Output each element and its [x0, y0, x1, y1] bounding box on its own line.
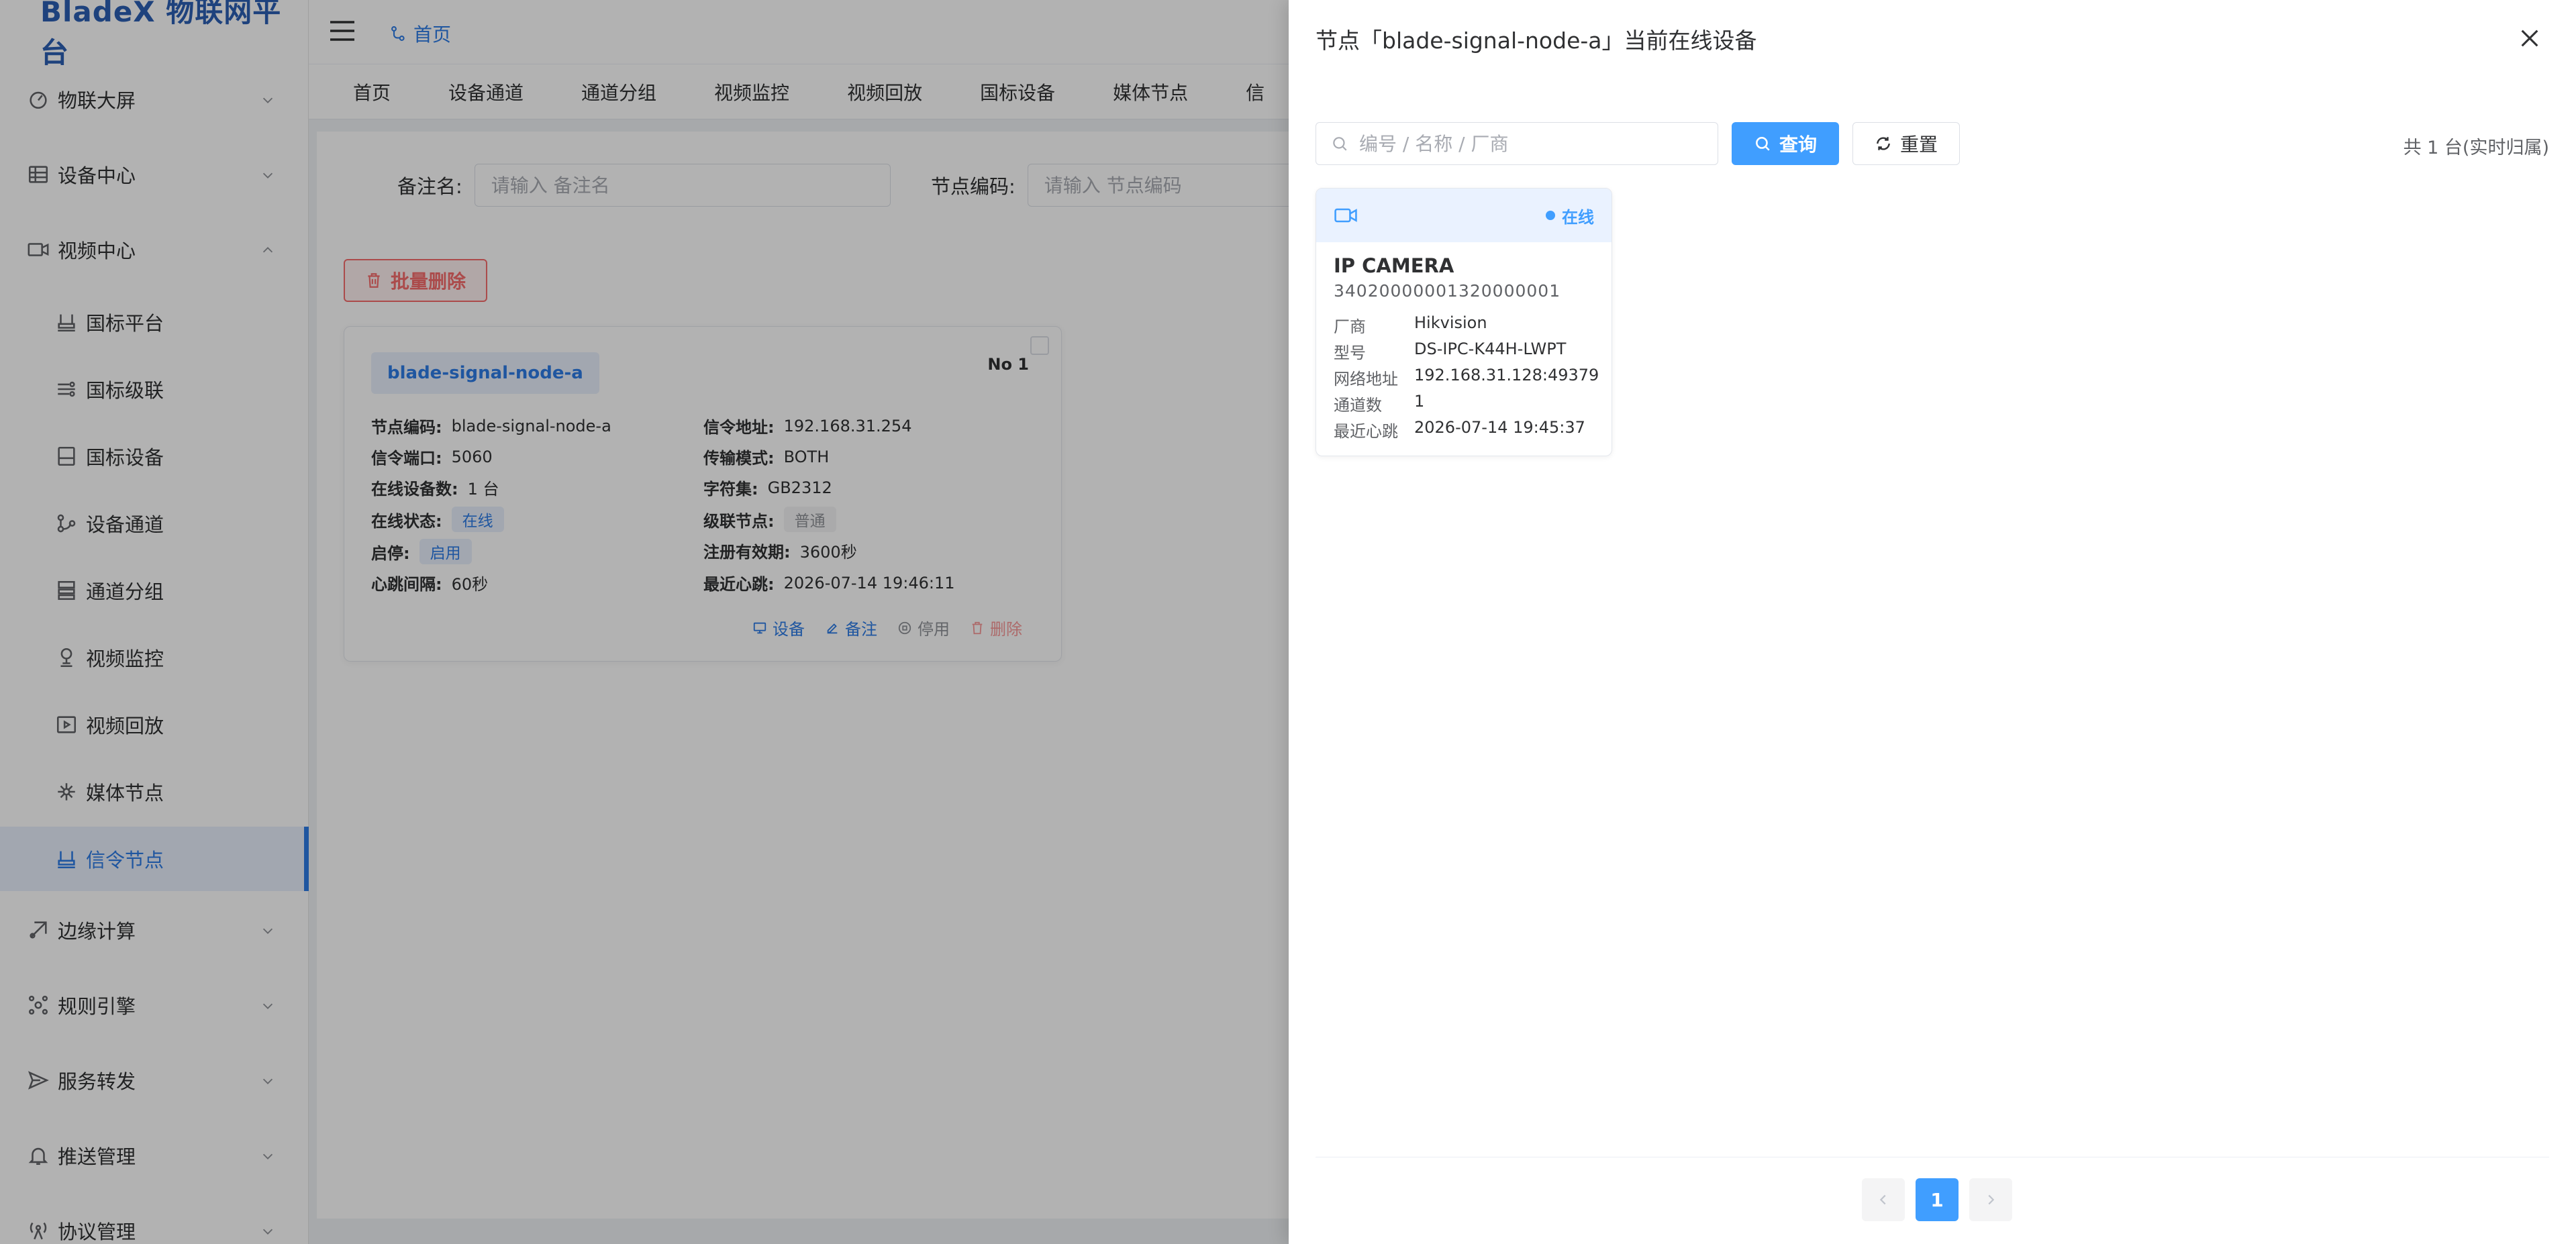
search-icon [1333, 137, 1347, 151]
next-page-button[interactable] [1969, 1178, 2012, 1221]
device-id: 34020000001320000001 [1334, 281, 1561, 301]
device-channel-count: 通道数 1 [1334, 392, 1424, 415]
field-key: 通道数 [1334, 396, 1382, 415]
device-card-header: 在线 [1316, 189, 1612, 242]
device-last-heartbeat: 最近心跳 2026-07-14 19:45:37 [1334, 418, 1585, 442]
status-label: 在线 [1562, 207, 1594, 227]
chevron-left-icon [1879, 1194, 1886, 1205]
field-value: DS-IPC-K44H-LWPT [1414, 340, 1567, 358]
prev-page-button[interactable] [1862, 1178, 1905, 1221]
close-icon[interactable] [2518, 27, 2541, 50]
field-value: Hikvision [1414, 313, 1487, 332]
page-1-button[interactable]: 1 [1916, 1178, 1959, 1221]
video-camera-icon [1334, 208, 1357, 223]
field-value: 1 [1414, 392, 1425, 411]
device-total: 共 1 台(实时归属) [2403, 138, 2549, 158]
online-devices-drawer: 节点「blade-signal-node-a」当前在线设备 查询 重置 共 1 … [1289, 0, 2576, 1244]
device-vendor: 厂商 Hikvision [1334, 313, 1487, 337]
field-key: 型号 [1334, 344, 1366, 362]
device-search-input[interactable] [1359, 132, 1708, 155]
device-network-address: 网络地址 192.168.31.128:49379 [1334, 366, 1599, 389]
reset-button[interactable]: 重置 [1852, 122, 1960, 165]
search-icon [1756, 137, 1770, 151]
device-card[interactable]: 在线 IP CAMERA 34020000001320000001 厂商 Hikv… [1316, 188, 1612, 456]
field-key: 网络地址 [1334, 370, 1398, 388]
field-key: 厂商 [1334, 317, 1366, 336]
query-button[interactable]: 查询 [1732, 122, 1839, 165]
query-button-label: 查询 [1779, 134, 1817, 156]
field-value: 192.168.31.128:49379 [1414, 366, 1599, 384]
field-value: 2026-07-14 19:45:37 [1414, 418, 1585, 437]
device-model: 型号 DS-IPC-K44H-LWPT [1334, 340, 1566, 363]
device-name: IP CAMERA [1334, 254, 1454, 277]
refresh-icon [1877, 137, 1890, 150]
field-key: 最近心跳 [1334, 422, 1398, 441]
reset-button-label: 重置 [1899, 134, 1938, 156]
chevron-right-icon [1988, 1194, 1995, 1205]
drawer-title: 节点「blade-signal-node-a」当前在线设备 [1316, 28, 1757, 54]
online-status: 在线 [1546, 204, 1594, 227]
drawer-mask[interactable] [0, 0, 1289, 1244]
device-search-field[interactable] [1316, 122, 1718, 165]
status-dot [1546, 211, 1555, 220]
pagination: 1 [1856, 1178, 2018, 1221]
